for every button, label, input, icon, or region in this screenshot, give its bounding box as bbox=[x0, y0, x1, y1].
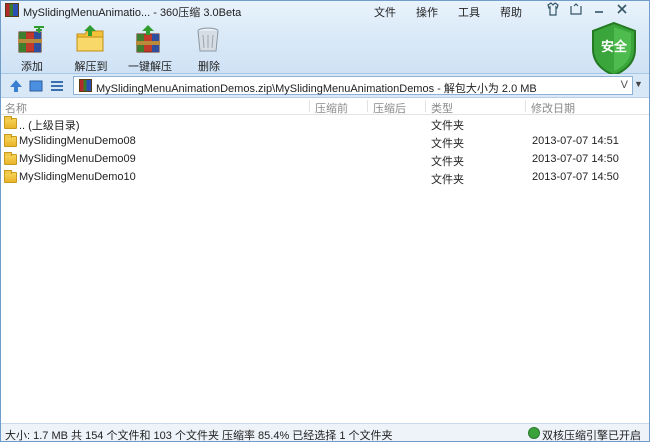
status-summary: 大小: 1.7 MB 共 154 个文件和 103 个文件夹 压缩率 85.4%… bbox=[5, 430, 393, 442]
security-label: 安全 bbox=[600, 39, 627, 54]
delete-button[interactable]: 删除 bbox=[187, 22, 231, 73]
folder-icon bbox=[4, 116, 17, 129]
delete-label: 删除 bbox=[198, 61, 220, 73]
file-modified: 2013-07-07 14:51 bbox=[532, 135, 619, 147]
list-view-icon[interactable] bbox=[50, 79, 64, 93]
file-type: 文件夹 bbox=[431, 156, 464, 168]
file-list: .. (上级目录) 文件夹 MySlidingMenuDemo08 文件夹 20… bbox=[1, 115, 649, 187]
address-row: MySlidingMenuAnimationDemos.zip\MySlidin… bbox=[1, 74, 649, 98]
address-bar[interactable]: MySlidingMenuAnimationDemos.zip\MySlidin… bbox=[73, 76, 633, 95]
add-icon bbox=[18, 26, 44, 53]
menu-file[interactable]: 文件 bbox=[374, 4, 396, 20]
skin-icon[interactable] bbox=[544, 2, 562, 18]
one-click-extract-button[interactable]: 一键解压 bbox=[128, 22, 172, 73]
column-separator[interactable] bbox=[425, 100, 426, 112]
title-toolbar-area: MySlidingMenuAnimatio... - 360压缩 3.0Beta… bbox=[1, 1, 649, 77]
list-item[interactable]: .. (上级目录) 文件夹 bbox=[1, 115, 649, 133]
menu-operation[interactable]: 操作 bbox=[416, 4, 438, 20]
view-icon[interactable] bbox=[29, 79, 43, 93]
folder-icon bbox=[4, 134, 17, 147]
file-name: .. (上级目录) bbox=[19, 120, 80, 132]
file-modified: 2013-07-07 14:50 bbox=[532, 153, 619, 165]
one-click-extract-icon bbox=[136, 25, 160, 53]
close-button[interactable] bbox=[613, 2, 631, 18]
column-compressed[interactable]: 压缩前 bbox=[315, 100, 348, 116]
file-name: MySlidingMenuDemo08 bbox=[19, 135, 136, 147]
chevron-down-icon[interactable]: ▼ bbox=[634, 79, 643, 89]
menu-tools[interactable]: 工具 bbox=[458, 4, 480, 20]
engine-icon bbox=[528, 427, 540, 439]
extract-to-button[interactable]: 解压到 bbox=[69, 22, 113, 73]
file-type: 文件夹 bbox=[431, 120, 464, 132]
app-window: MySlidingMenuAnimatio... - 360压缩 3.0Beta… bbox=[0, 0, 650, 442]
menu-help[interactable]: 帮助 bbox=[500, 4, 522, 20]
add-button[interactable]: 添加 bbox=[10, 22, 54, 73]
up-arrow-icon[interactable] bbox=[9, 79, 23, 93]
list-item[interactable]: MySlidingMenuDemo09 文件夹 2013-07-07 14:50 bbox=[1, 151, 649, 169]
column-separator[interactable] bbox=[367, 100, 368, 112]
list-item[interactable]: MySlidingMenuDemo10 文件夹 2013-07-07 14:50 bbox=[1, 169, 649, 187]
column-header: 名称 压缩前 压缩后 类型 修改日期 bbox=[1, 98, 649, 115]
window-title: MySlidingMenuAnimatio... - 360压缩 3.0Beta bbox=[23, 7, 242, 19]
folder-icon bbox=[4, 152, 17, 165]
folder-icon bbox=[4, 170, 17, 183]
address-history-toggle[interactable]: V bbox=[621, 79, 628, 91]
column-type[interactable]: 类型 bbox=[431, 100, 453, 116]
minimize-button[interactable] bbox=[590, 2, 608, 18]
column-name[interactable]: 名称 bbox=[5, 100, 27, 116]
delete-icon bbox=[197, 27, 219, 52]
security-badge[interactable]: 安全 bbox=[589, 21, 639, 77]
status-engine[interactable]: 双核压缩引擎已开启 bbox=[542, 427, 641, 442]
add-label: 添加 bbox=[21, 61, 43, 73]
extract-to-label: 解压到 bbox=[74, 61, 108, 73]
mini-mode-icon[interactable] bbox=[567, 2, 585, 18]
list-item[interactable]: MySlidingMenuDemo08 文件夹 2013-07-07 14:51 bbox=[1, 133, 649, 151]
status-bar: 大小: 1.7 MB 共 154 个文件和 103 个文件夹 压缩率 85.4%… bbox=[1, 423, 649, 442]
column-after[interactable]: 压缩后 bbox=[373, 100, 406, 116]
file-type: 文件夹 bbox=[431, 174, 464, 186]
archive-icon bbox=[79, 79, 92, 92]
extract-icon bbox=[76, 25, 104, 52]
file-name: MySlidingMenuDemo10 bbox=[19, 171, 136, 183]
column-separator[interactable] bbox=[309, 100, 310, 112]
column-separator[interactable] bbox=[525, 100, 526, 112]
file-modified: 2013-07-07 14:50 bbox=[532, 171, 619, 183]
address-path: MySlidingMenuAnimationDemos.zip\MySlidin… bbox=[96, 83, 537, 95]
column-modified[interactable]: 修改日期 bbox=[531, 100, 575, 116]
app-icon bbox=[5, 3, 19, 17]
file-type: 文件夹 bbox=[431, 138, 464, 150]
file-name: MySlidingMenuDemo09 bbox=[19, 153, 136, 165]
one-click-extract-label: 一键解压 bbox=[128, 61, 172, 73]
